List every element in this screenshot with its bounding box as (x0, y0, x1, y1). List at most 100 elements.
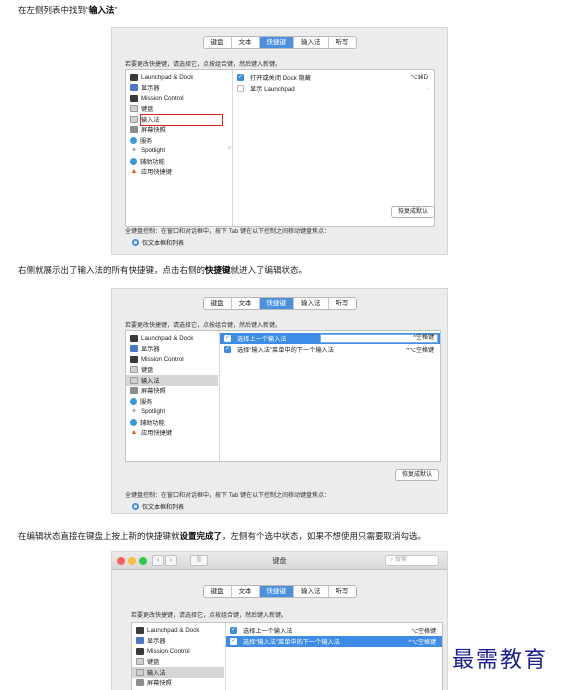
tab-keyboard[interactable]: 键盘 (204, 37, 232, 48)
shortcuts-panel: Launchpad & Dock 显示器 Mission Control 键盘 … (125, 330, 441, 462)
category-item-screenshots[interactable]: 屏幕快照 (132, 678, 224, 689)
keyboard-icon (130, 366, 138, 374)
category-item-input-sources[interactable]: 输入法 (126, 114, 222, 125)
full-keyboard-access-text: 全键盘控制：在窗口和对话框中，按下 Tab 键在以下控制之间移动键盘焦点： (125, 493, 331, 499)
tab-dictation[interactable]: 听写 (329, 37, 356, 48)
shortcut-keys[interactable]: ⌥⌘D (411, 74, 428, 81)
tab-text[interactable]: 文本 (232, 586, 260, 597)
split-handle-icon[interactable]: ≡ (228, 145, 231, 151)
tab-text[interactable]: 文本 (232, 298, 260, 309)
shortcut-row[interactable]: ✓ 选择“输入法”菜单中的下一个输入法 ^⌥空格键 (220, 344, 440, 355)
tab-input-sources[interactable]: 输入法 (294, 298, 329, 309)
restore-defaults-button[interactable]: 恢复成默认 (390, 206, 435, 218)
restore-defaults-button[interactable]: 恢复成默认 (394, 469, 439, 481)
instruction-text: 若要更改快捷键，请选择它，点按组合键，然后键入新键。 (125, 323, 282, 329)
shortcut-row-selected[interactable]: ✓ 选择“输入法”菜单中的下一个输入法 ^⌥空格键 (226, 636, 442, 647)
instruction-text: 若要更改快捷键，请选择它，点按组合键，然后键入新键。 (125, 62, 282, 68)
keyboard-icon (136, 658, 144, 666)
category-item-spotlight[interactable]: ✦ Spotlight (126, 146, 222, 157)
caption-text: ” (114, 5, 118, 15)
shortcut-row[interactable]: ✓ 打开或关闭 Dock 隐藏 ⌥⌘D (233, 72, 434, 83)
category-item-launchpad[interactable]: Launchpad & Dock (132, 625, 224, 636)
tab-input-sources[interactable]: 输入法 (294, 586, 329, 597)
category-item-services[interactable]: 服务 (126, 396, 218, 407)
tab-text[interactable]: 文本 (232, 37, 260, 48)
category-item-keyboard[interactable]: 键盘 (126, 365, 218, 376)
checkbox-checked[interactable]: ✓ (237, 74, 244, 81)
category-list: Launchpad & Dock 显示器 Mission Control 键盘 … (126, 333, 218, 438)
category-item-displays[interactable]: 显示器 (132, 636, 224, 647)
tab-shortcuts[interactable]: 快捷键 (259, 37, 294, 48)
shortcuts-panel: Launchpad & Dock 显示器 Mission Control 键盘 … (131, 622, 443, 690)
checkbox-checked[interactable]: ✓ (230, 627, 237, 634)
mission-control-icon (130, 94, 138, 102)
caption-step-1: 在左侧列表中找到“输入法” (18, 4, 117, 16)
display-icon (136, 637, 144, 645)
dock-icon (130, 73, 138, 81)
keyboard-icon (130, 105, 138, 113)
caption-bold: 输入法 (88, 5, 115, 15)
category-item-input-sources[interactable]: 输入法 (126, 375, 218, 386)
category-item-launchpad[interactable]: Launchpad & Dock (126, 333, 218, 344)
shortcut-keys[interactable]: ^⌥空格键 (406, 345, 434, 354)
category-item-app-shortcuts[interactable]: ▲ 应用快捷键 (126, 167, 222, 178)
tab-bar: 键盘 文本 快捷键 输入法 听写 (112, 585, 447, 598)
category-item-mission-control[interactable]: Mission Control (126, 354, 218, 365)
category-item-input-sources[interactable]: 输入法 (132, 667, 224, 678)
category-item-keyboard[interactable]: 键盘 (126, 104, 222, 115)
radio-selected-icon (132, 503, 139, 510)
category-item-screenshots[interactable]: 屏幕快照 (126, 125, 222, 136)
tab-shortcuts[interactable]: 快捷键 (259, 298, 294, 309)
checkbox-checked[interactable]: ✓ (230, 638, 237, 645)
shortcut-keys[interactable]: - (426, 86, 428, 92)
radio-text-boxes-only[interactable]: 仅文本框和列表 (132, 502, 184, 511)
shortcut-row[interactable]: 显示 Launchpad - (233, 83, 434, 94)
full-keyboard-access-text: 全键盘控制：在窗口和对话框中，按下 Tab 键在以下控制之间移动键盘焦点： (125, 229, 331, 235)
radio-text-boxes-only[interactable]: 仅文本框和列表 (132, 238, 184, 247)
accessibility-icon (130, 418, 137, 426)
window-titlebar: ‹ › ⠿ 键盘 ⌕ 搜索 (112, 552, 447, 570)
preferences-window-3: ‹ › ⠿ 键盘 ⌕ 搜索 键盘 文本 快捷键 输入法 听写 若要更改快捷键，请… (111, 551, 448, 690)
spotlight-icon: ✦ (131, 408, 137, 416)
category-item-app-shortcuts[interactable]: ▲ 应用快捷键 (126, 428, 218, 439)
caption-step-3: 在编辑状态直接在键盘上按上新的快捷键就设置完成了，左侧有个选中状态，如果不想使用… (18, 531, 427, 541)
category-list: Launchpad & Dock 显示器 Mission Control 键盘 … (126, 72, 222, 177)
checkbox-checked[interactable]: ✓ (224, 346, 231, 353)
tab-shortcuts[interactable]: 快捷键 (259, 586, 294, 597)
tab-dictation[interactable]: 听写 (329, 298, 356, 309)
screenshot-icon (130, 126, 138, 134)
category-item-services[interactable]: 服务 (126, 135, 222, 146)
tab-keyboard[interactable]: 键盘 (204, 298, 232, 309)
checkbox-checked[interactable]: ✓ (224, 335, 231, 342)
app-shortcuts-icon: ▲ (130, 168, 138, 176)
checkbox-unchecked[interactable] (237, 85, 244, 92)
dock-icon (136, 626, 144, 634)
category-item-spotlight[interactable]: ✦ Spotlight (126, 407, 218, 418)
category-item-displays[interactable]: 显示器 (126, 83, 222, 94)
category-item-accessibility[interactable]: 辅助功能 (126, 417, 218, 428)
category-item-displays[interactable]: 显示器 (126, 344, 218, 355)
shortcut-list: ✓ 打开或关闭 Dock 隐藏 ⌥⌘D 显示 Launchpad - (233, 72, 434, 94)
category-item-keyboard[interactable]: 键盘 (132, 657, 224, 668)
shortcut-keys[interactable]: ^⌥空格键 (408, 637, 436, 646)
shortcut-edit-field[interactable]: ^空格键 (320, 334, 438, 343)
caption-step-2: 右侧就展示出了输入法的所有快捷键，点击右侧的快捷键就进入了编辑状态。 (18, 265, 308, 275)
category-item-mission-control[interactable]: Mission Control (132, 646, 224, 657)
shortcut-row[interactable]: ✓ 选择上一个输入法 ⌥空格键 (226, 625, 442, 636)
category-item-accessibility[interactable]: 辅助功能 (126, 156, 222, 167)
input-method-icon (130, 115, 138, 123)
preferences-screenshot-2: 键盘 文本 快捷键 输入法 听写 若要更改快捷键，请选择它，点按组合键，然后键入… (111, 288, 448, 514)
category-item-screenshots[interactable]: 屏幕快照 (126, 386, 218, 397)
tab-dictation[interactable]: 听写 (329, 586, 356, 597)
category-item-launchpad[interactable]: Launchpad & Dock (126, 72, 222, 83)
input-method-icon (136, 668, 144, 676)
tab-keyboard[interactable]: 键盘 (204, 586, 232, 597)
tab-bar: 键盘 文本 快捷键 输入法 听写 (112, 36, 447, 49)
category-item-mission-control[interactable]: Mission Control (126, 93, 222, 104)
display-icon (130, 345, 138, 353)
tab-input-sources[interactable]: 输入法 (294, 37, 329, 48)
search-field[interactable]: ⌕ 搜索 (385, 555, 439, 566)
shortcut-row-selected[interactable]: ✓ 选择上一个输入法 ^空格键 (220, 333, 440, 344)
shortcut-list: ✓ 选择上一个输入法 ^空格键 ✓ 选择“输入法”菜单中的下一个输入法 ^⌥空格… (220, 333, 440, 355)
shortcut-keys[interactable]: ⌥空格键 (411, 626, 436, 635)
